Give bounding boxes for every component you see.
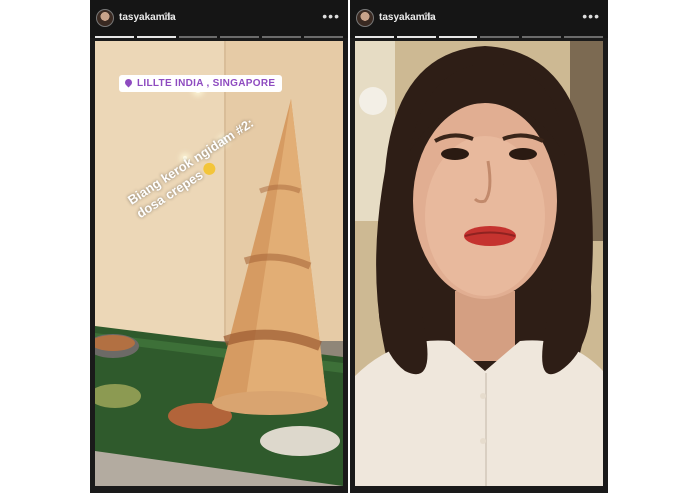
- progress-segment: [136, 36, 176, 38]
- progress-segment: [396, 36, 436, 38]
- story-progress: [95, 36, 343, 38]
- more-options-icon[interactable]: •••: [582, 8, 600, 24]
- progress-segment: [304, 36, 343, 38]
- location-sticker[interactable]: LILLTE INDIA , SINGAPORE: [119, 75, 283, 92]
- progress-segment: [220, 36, 260, 38]
- story-header: tasyakamila 2h •••: [350, 0, 608, 38]
- selfie-photo-illustration: [355, 41, 603, 486]
- progress-segment: [522, 36, 562, 38]
- progress-segment: [480, 36, 520, 38]
- progress-segment: [178, 36, 218, 38]
- story-header: tasyakamila 2h •••: [90, 0, 348, 38]
- story-photo[interactable]: [355, 41, 603, 486]
- location-pin-icon: [123, 77, 134, 88]
- story-photo[interactable]: LILLTE INDIA , SINGAPORE Biang kerok ngi…: [95, 41, 343, 486]
- avatar[interactable]: [356, 9, 374, 27]
- timestamp: 2h: [163, 12, 175, 23]
- progress-segment: [564, 36, 603, 38]
- more-options-icon[interactable]: •••: [322, 8, 340, 24]
- story-card-left[interactable]: tasyakamila 2h ••• LILLTE INDIA , SINGAP…: [90, 0, 348, 493]
- progress-segment: [262, 36, 302, 38]
- progress-segment: [438, 36, 478, 38]
- story-card-right[interactable]: tasyakamila 2h •••: [350, 0, 608, 493]
- location-label: LILLTE INDIA , SINGAPORE: [137, 78, 276, 89]
- progress-segment: [95, 36, 134, 38]
- avatar[interactable]: [96, 9, 114, 27]
- dosa-photo-illustration: [95, 41, 343, 486]
- story-progress: [355, 36, 603, 38]
- progress-segment: [355, 36, 394, 38]
- timestamp: 2h: [423, 12, 435, 23]
